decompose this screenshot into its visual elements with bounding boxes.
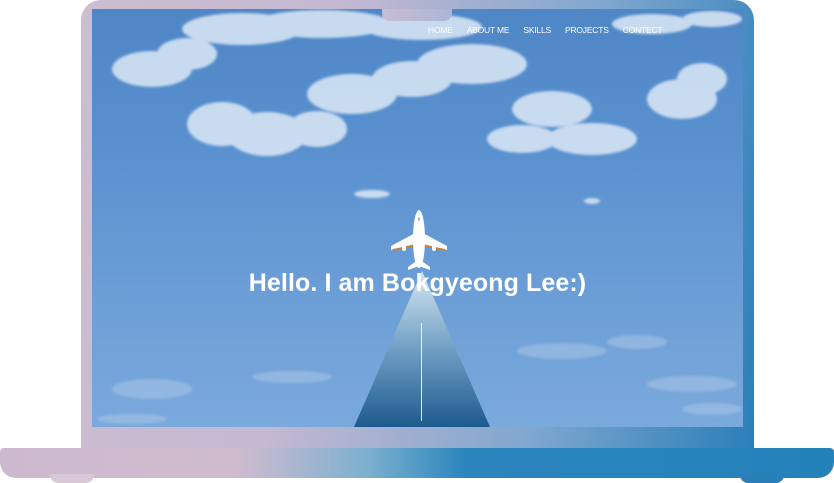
nav-skills[interactable]: SKILLS (523, 25, 551, 35)
nav-about-me[interactable]: ABOUT ME (467, 25, 510, 35)
nav-projects[interactable]: PROJECTS (565, 25, 609, 35)
top-navigation: HOME ABOUT ME SKILLS PROJECTS CONTECT (428, 25, 663, 35)
camera-notch (382, 9, 452, 21)
laptop-foot-right (740, 474, 784, 483)
airplane-icon (391, 210, 447, 270)
laptop-base (0, 448, 834, 478)
laptop-foot-left (50, 474, 94, 483)
nav-contect[interactable]: CONTECT (623, 25, 663, 35)
hero-title: Hello. I am Bokgyeong Lee:) (248, 269, 587, 297)
nav-home[interactable]: HOME (428, 25, 453, 35)
scroll-indicator-line (421, 323, 422, 421)
laptop-screen: HOME ABOUT ME SKILLS PROJECTS CONTECT He… (92, 9, 743, 427)
